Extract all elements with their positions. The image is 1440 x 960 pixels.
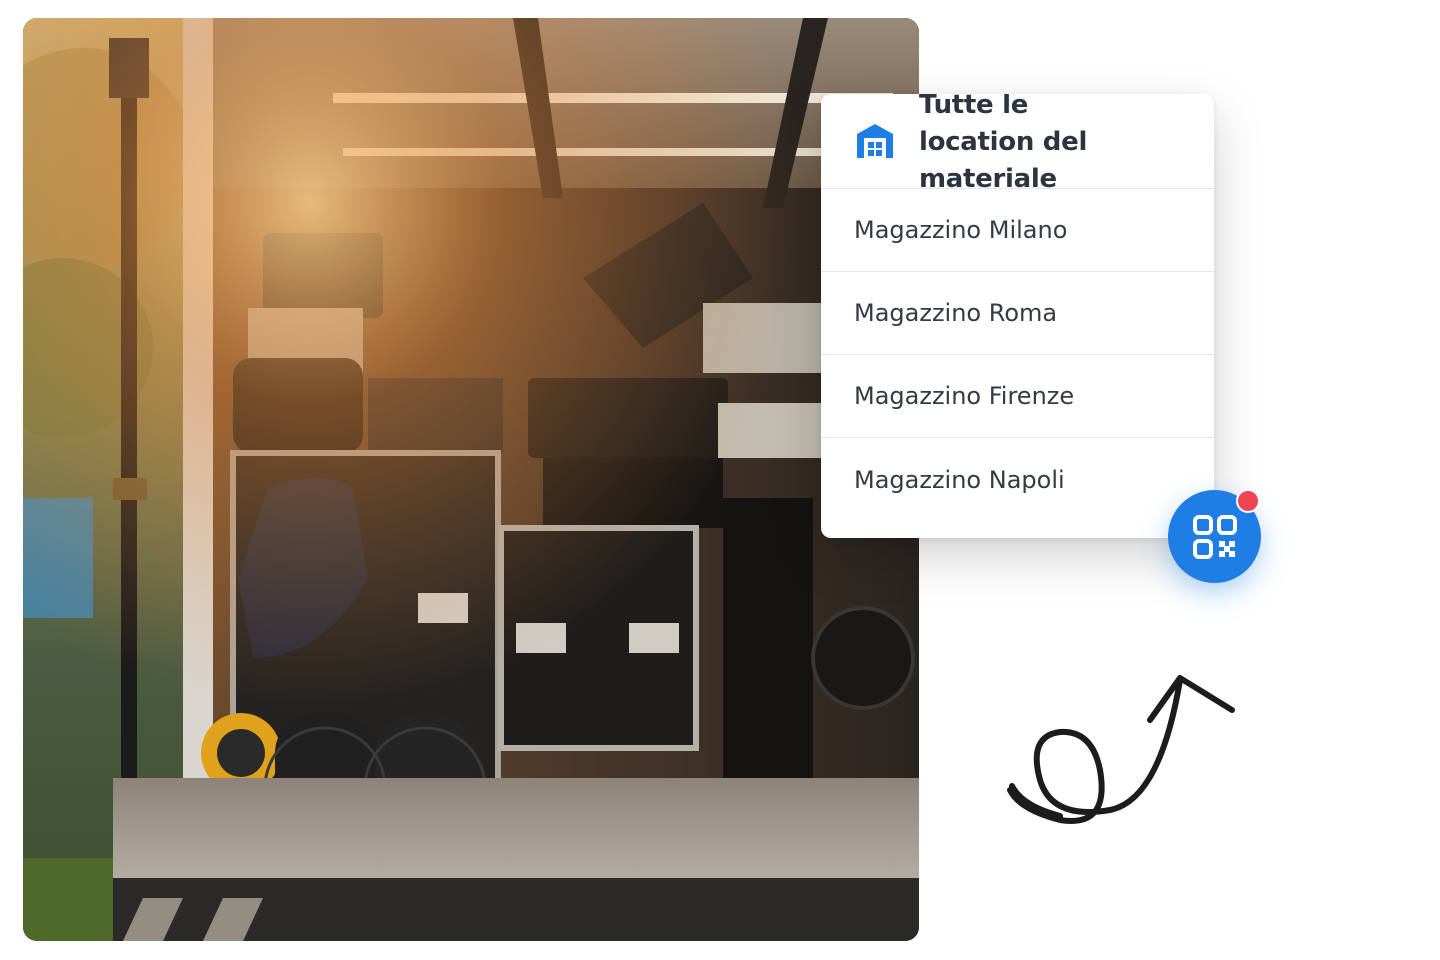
location-card: Tutte le location del materiale Magazzin… xyxy=(821,94,1214,538)
location-item-napoli[interactable]: Magazzino Napoli xyxy=(821,438,1214,521)
truck-photo xyxy=(23,18,919,941)
location-card-title: Tutte le location del materiale xyxy=(919,94,1088,194)
qr-code-icon xyxy=(1192,514,1237,559)
warehouse-icon xyxy=(857,124,893,158)
location-item-milano[interactable]: Magazzino Milano xyxy=(821,189,1214,272)
location-item-roma[interactable]: Magazzino Roma xyxy=(821,272,1214,355)
truck-photo-illustration xyxy=(23,18,919,941)
location-item-firenze[interactable]: Magazzino Firenze xyxy=(821,355,1214,438)
location-card-header: Tutte le location del materiale xyxy=(821,94,1214,194)
scribble-arrow-icon xyxy=(1007,675,1235,824)
notification-dot xyxy=(1236,489,1260,513)
hero-visual: Tutte le location del materiale Magazzin… xyxy=(0,0,1440,960)
location-list: Magazzino Milano Magazzino Roma Magazzin… xyxy=(821,189,1214,521)
